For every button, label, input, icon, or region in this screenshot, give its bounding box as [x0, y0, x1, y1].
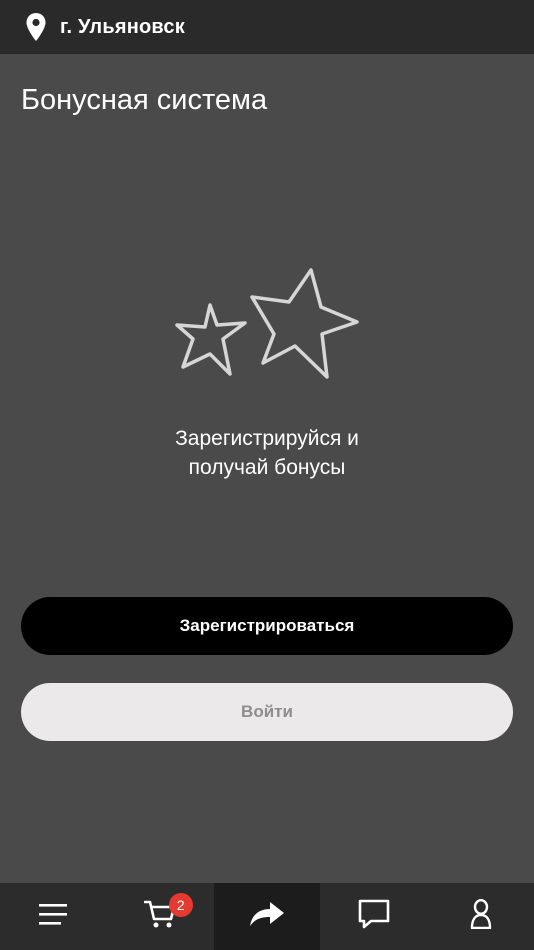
tab-chat[interactable]	[320, 883, 427, 950]
page-title: Бонусная система	[21, 84, 268, 116]
city-selector[interactable]: г. Ульяновск	[0, 0, 534, 54]
login-button[interactable]: Войти	[21, 683, 513, 741]
profile-icon	[470, 898, 492, 934]
register-button[interactable]: Зарегистрироваться	[21, 597, 513, 655]
menu-icon	[39, 902, 68, 931]
promo-text: Зарегистрируйся и получай бонусы	[0, 424, 534, 482]
tab-profile[interactable]	[427, 883, 534, 950]
location-pin-icon	[24, 12, 48, 42]
promo-line-2: получай бонусы	[188, 456, 346, 479]
app-screen: г. Ульяновск Бонусная система Зарегистри…	[0, 0, 534, 950]
tab-cart[interactable]: 2	[107, 883, 214, 950]
tab-menu[interactable]	[0, 883, 107, 950]
city-name: г. Ульяновск	[60, 15, 185, 38]
cart-badge: 2	[168, 893, 193, 917]
tab-share[interactable]	[213, 883, 321, 950]
stars-icon	[170, 266, 364, 382]
promo-line-1: Зарегистрируйся и	[175, 427, 359, 450]
chat-icon	[358, 899, 390, 934]
bottom-tab-bar: 2	[0, 883, 534, 950]
share-icon	[249, 901, 285, 932]
